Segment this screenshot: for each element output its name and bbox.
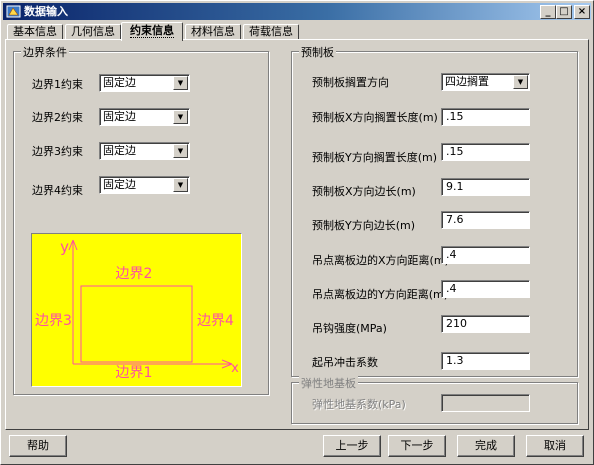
lift-point-y-distance-input[interactable]: .4 xyxy=(441,280,530,298)
tab-label: 几何信息 xyxy=(71,25,115,38)
boundary3-value: 固定边 xyxy=(103,144,136,157)
window-title: 数据输入 xyxy=(24,5,68,18)
minimize-button[interactable]: _ xyxy=(540,5,556,19)
chevron-down-icon[interactable]: ▼ xyxy=(173,144,188,158)
placement-direction-select[interactable]: 四边搁置 ▼ xyxy=(441,73,530,91)
cancel-button[interactable]: 取消 xyxy=(526,435,584,457)
axis-y-label: y xyxy=(60,238,69,256)
prev-button[interactable]: 上一步 xyxy=(323,435,381,457)
boundary4-value: 固定边 xyxy=(103,178,136,191)
boundary-diagram: y x 边界2 边界1 边界3 边界4 xyxy=(31,233,242,387)
y-support-length-input[interactable]: .15 xyxy=(441,143,530,161)
boundary-legend: 边界条件 xyxy=(21,44,69,60)
impact-factor-input[interactable]: 1.3 xyxy=(441,352,530,370)
foundation-coefficient-label: 弹性地基系数(kPa) xyxy=(312,398,406,411)
boundary4-label: 边界4约束 xyxy=(32,184,83,197)
tab-label: 材料信息 xyxy=(191,25,235,38)
chevron-down-icon[interactable]: ▼ xyxy=(173,178,188,192)
elastic-foundation-legend: 弹性地基板 xyxy=(299,375,358,391)
tab-constraint-info[interactable]: 约束信息 xyxy=(121,22,183,41)
title-bar[interactable]: 数据输入 _ □ × xyxy=(3,3,591,20)
tab-load-info[interactable]: 荷载信息 xyxy=(243,24,299,40)
chevron-down-icon[interactable]: ▼ xyxy=(173,76,188,90)
edge-right-label: 边界4 xyxy=(197,313,234,329)
tab-basic-info[interactable]: 基本信息 xyxy=(7,24,63,40)
lift-point-y-distance-label: 吊点离板边的Y方向距离(m) xyxy=(312,288,449,301)
plate-outline xyxy=(80,285,193,363)
lift-point-x-distance-input[interactable]: .4 xyxy=(441,246,530,264)
tab-label: 荷载信息 xyxy=(249,25,293,38)
tab-geometry-info[interactable]: 几何信息 xyxy=(65,24,121,40)
maximize-button[interactable]: □ xyxy=(556,5,572,19)
close-button[interactable]: × xyxy=(574,5,590,19)
foundation-coefficient-input[interactable] xyxy=(441,394,530,412)
boundary1-select[interactable]: 固定边 ▼ xyxy=(99,74,190,92)
edge-top-label: 边界2 xyxy=(116,266,153,282)
boundary2-label: 边界2约束 xyxy=(32,111,83,124)
boundary3-label: 边界3约束 xyxy=(32,145,83,158)
axis-x-label: x xyxy=(231,361,239,376)
tab-label: 基本信息 xyxy=(13,25,57,38)
tab-label: 约束信息 xyxy=(130,24,174,38)
x-side-length-input[interactable]: 9.1 xyxy=(441,178,530,196)
x-support-length-input[interactable]: .15 xyxy=(441,108,530,126)
boundary-diagram-svg: y x 边界2 边界1 边界3 边界4 xyxy=(35,238,239,381)
edge-bottom-label: 边界1 xyxy=(116,365,153,381)
chevron-down-icon[interactable]: ▼ xyxy=(173,110,188,124)
x-support-length-label: 预制板X方向搁置长度(m) xyxy=(312,111,438,124)
boundary2-value: 固定边 xyxy=(103,110,136,123)
impact-factor-label: 起吊冲击系数 xyxy=(312,356,378,369)
lift-point-x-distance-label: 吊点离板边的X方向距离(m) xyxy=(312,254,449,267)
boundary1-value: 固定边 xyxy=(103,76,136,89)
data-input-window: 数据输入 _ □ × 基本信息 几何信息 约束信息 材料信息 荷载信息 边界条件… xyxy=(0,0,594,465)
help-button[interactable]: 帮助 xyxy=(9,435,67,457)
boundary4-select[interactable]: 固定边 ▼ xyxy=(99,176,190,194)
hook-strength-input[interactable]: 210 xyxy=(441,315,530,333)
chevron-down-icon[interactable]: ▼ xyxy=(513,75,528,89)
edge-left-label: 边界3 xyxy=(35,313,72,329)
tab-material-info[interactable]: 材料信息 xyxy=(185,24,241,40)
y-side-length-input[interactable]: 7.6 xyxy=(441,211,530,229)
y-support-length-label: 预制板Y方向搁置长度(m) xyxy=(312,151,438,164)
placement-direction-value: 四边搁置 xyxy=(445,75,489,88)
hook-strength-label: 吊钩强度(MPa) xyxy=(312,322,387,335)
boundary3-select[interactable]: 固定边 ▼ xyxy=(99,142,190,160)
y-axis-arrow-left xyxy=(68,239,74,251)
y-side-length-label: 预制板Y方向边长(m) xyxy=(312,219,416,232)
app-icon xyxy=(6,5,21,18)
y-axis-arrow-right xyxy=(72,239,78,251)
boundary1-label: 边界1约束 xyxy=(32,78,83,91)
boundary2-select[interactable]: 固定边 ▼ xyxy=(99,108,190,126)
next-button[interactable]: 下一步 xyxy=(388,435,446,457)
precast-legend: 预制板 xyxy=(299,44,336,60)
x-side-length-label: 预制板X方向边长(m) xyxy=(312,185,416,198)
finish-button[interactable]: 完成 xyxy=(457,435,515,457)
placement-direction-label: 预制板搁置方向 xyxy=(312,76,389,89)
